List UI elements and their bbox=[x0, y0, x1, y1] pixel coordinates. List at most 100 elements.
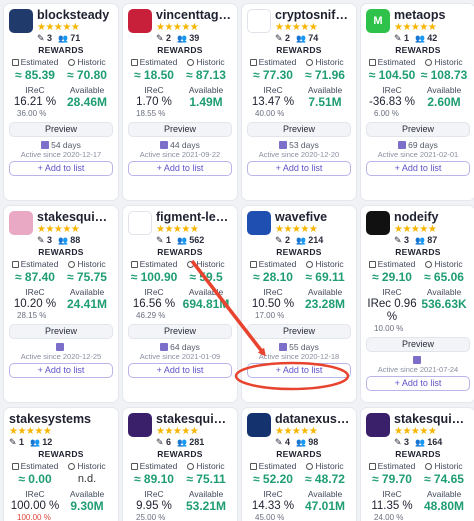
indexer-name[interactable]: metaops bbox=[394, 8, 470, 22]
card-header: nodeify ★★★★★ ✎ 3 👥 87 bbox=[366, 210, 470, 246]
irec-subvalue: 28.15 % bbox=[17, 311, 47, 320]
preview-button[interactable]: Preview bbox=[128, 324, 232, 339]
rewards-row: Estimated Historic ≈ 104.50 ≈ 108.73 bbox=[366, 57, 470, 83]
pen-icon: ✎ bbox=[37, 33, 48, 43]
historic-text: Historic bbox=[434, 259, 463, 269]
card-header: figment-lemnisc...★★★★★✎ 1 👥 562 bbox=[128, 210, 232, 246]
add-to-list-button[interactable]: + Add to list bbox=[366, 161, 470, 176]
preview-button[interactable]: Preview bbox=[366, 122, 470, 137]
delegations-count: ✎ 1 bbox=[394, 33, 409, 44]
rewards-title: REWARDS bbox=[276, 247, 322, 257]
delegators-value: 71 bbox=[70, 33, 81, 43]
avatar bbox=[247, 413, 271, 437]
days-text: 55 days bbox=[289, 342, 319, 352]
clock-icon bbox=[187, 463, 195, 470]
delegations-count: ✎ 3 bbox=[37, 33, 52, 44]
preview-button[interactable]: Preview bbox=[9, 122, 113, 137]
clock-icon bbox=[425, 261, 433, 268]
historic-value: ≈ 87.13 bbox=[186, 68, 226, 82]
pen-icon: ✎ bbox=[156, 437, 167, 447]
card-meta: stakesquid-1 ★★★★★ ✎ 3 👥 164 bbox=[394, 412, 470, 448]
avatar bbox=[9, 9, 33, 33]
irec-row: IReC Available 14.33 % 47.01M bbox=[247, 489, 351, 513]
delegators-count: 👥 88 bbox=[58, 235, 80, 246]
delegators-value: 214 bbox=[308, 235, 324, 245]
add-to-list-button[interactable]: + Add to list bbox=[9, 161, 113, 176]
add-to-list-button[interactable]: + Add to list bbox=[247, 363, 351, 378]
indexer-name[interactable]: nodeify bbox=[394, 210, 470, 224]
indexer-name[interactable]: datanexus-in... bbox=[275, 412, 351, 426]
indexer-name[interactable]: stakesquid-1 bbox=[156, 412, 232, 426]
estimated-value: ≈ 0.00 bbox=[18, 472, 52, 486]
days-active: 69 days bbox=[366, 140, 470, 150]
indexer-name[interactable]: figment-lemnisc... bbox=[156, 210, 232, 224]
card-meta: vincenttaglia ★★★★★ ✎ 2 👥 39 bbox=[156, 8, 232, 44]
delegators-count: 👥 164 bbox=[415, 437, 442, 448]
historic-text: Historic bbox=[77, 461, 106, 471]
indexer-name[interactable]: wavefive bbox=[275, 210, 351, 224]
rewards-row: Estimated Historic ≈ 79.70 ≈ 74.65 bbox=[366, 461, 470, 487]
rating-stars: ★★★★★ bbox=[156, 224, 199, 235]
add-to-list-button[interactable]: + Add to list bbox=[366, 376, 470, 391]
delegators-count: 👥 12 bbox=[30, 437, 52, 448]
card-stats: ✎ 6 👥 281 bbox=[156, 437, 232, 448]
irec-subvalue: 25.00 % bbox=[136, 513, 166, 521]
days-text: 44 days bbox=[170, 140, 200, 150]
preview-button[interactable]: Preview bbox=[247, 324, 351, 339]
indexer-name[interactable]: stakesquid-1 bbox=[394, 412, 470, 426]
card-header: stakesquid-3 ★★★★★ ✎ 3 👥 88 bbox=[9, 210, 113, 246]
indexer-name[interactable]: stakesquid-3 bbox=[37, 210, 113, 224]
estimated-label: Estimated bbox=[366, 57, 418, 68]
indexer-name[interactable]: blocksteady bbox=[37, 8, 113, 22]
estimated-text: Estimated bbox=[20, 259, 59, 269]
delegations-value: 3 bbox=[404, 437, 410, 447]
irec-subvalue: 45.00 % bbox=[255, 513, 285, 521]
irec-value: 9.95 % bbox=[136, 500, 172, 512]
preview-button[interactable]: Preview bbox=[247, 122, 351, 137]
estimated-label: Estimated bbox=[247, 259, 299, 270]
estimated-text: Estimated bbox=[258, 57, 297, 67]
historic-label: Historic bbox=[180, 259, 232, 270]
delegations-count: ✎ 2 bbox=[275, 33, 290, 44]
people-icon: 👥 bbox=[177, 438, 190, 447]
delegators-count: 👥 42 bbox=[415, 33, 437, 44]
add-to-list-button[interactable]: + Add to list bbox=[247, 161, 351, 176]
estimated-text: Estimated bbox=[20, 461, 59, 471]
irec-label: IReC bbox=[25, 287, 45, 297]
calculator-icon bbox=[249, 463, 257, 470]
rewards-title: REWARDS bbox=[38, 247, 84, 257]
card-meta: nodeify ★★★★★ ✎ 3 👥 87 bbox=[394, 210, 470, 246]
irec-value: 13.47 % bbox=[251, 96, 295, 108]
delegations-value: 1 bbox=[19, 437, 25, 447]
card-meta: stakesquid-3 ★★★★★ ✎ 3 👥 88 bbox=[37, 210, 113, 246]
rating-stars: ★★★★★ bbox=[275, 22, 318, 33]
historic-text: Historic bbox=[77, 259, 106, 269]
pen-icon: ✎ bbox=[37, 235, 48, 245]
preview-button[interactable]: Preview bbox=[366, 337, 470, 352]
add-to-list-button[interactable]: + Add to list bbox=[9, 363, 113, 378]
historic-value: ≈ 75.11 bbox=[186, 472, 226, 486]
delegators-value: 87 bbox=[427, 235, 438, 245]
delegations-value: 3 bbox=[47, 235, 53, 245]
estimated-label: Estimated bbox=[128, 461, 180, 472]
estimated-label: Estimated bbox=[366, 461, 418, 472]
indexer-name[interactable]: vincenttaglia bbox=[156, 8, 232, 22]
rating-stars: ★★★★★ bbox=[156, 22, 199, 33]
estimated-value: ≈ 85.39 bbox=[15, 68, 55, 82]
pen-icon: ✎ bbox=[275, 33, 286, 43]
card-stats: ✎ 3 👥 87 bbox=[394, 235, 470, 246]
pen-icon: ✎ bbox=[394, 437, 405, 447]
active-since: Active since 2021-02-01 bbox=[377, 150, 459, 159]
estimated-value: ≈ 52.20 bbox=[253, 472, 293, 486]
irec-value: 10.20 % bbox=[13, 298, 57, 310]
rewards-row: Estimated Historic ≈ 28.10 ≈ 69.11 bbox=[247, 259, 351, 285]
add-to-list-button[interactable]: + Add to list bbox=[128, 363, 232, 378]
avatar bbox=[128, 9, 152, 33]
indexer-name[interactable]: stakesystems bbox=[9, 412, 113, 426]
estimated-text: Estimated bbox=[258, 461, 297, 471]
preview-button[interactable]: Preview bbox=[9, 324, 113, 339]
preview-button[interactable]: Preview bbox=[128, 122, 232, 137]
indexer-name[interactable]: cryptosniffers bbox=[275, 8, 351, 22]
add-to-list-button[interactable]: + Add to list bbox=[128, 161, 232, 176]
rewards-title: REWARDS bbox=[276, 45, 322, 55]
